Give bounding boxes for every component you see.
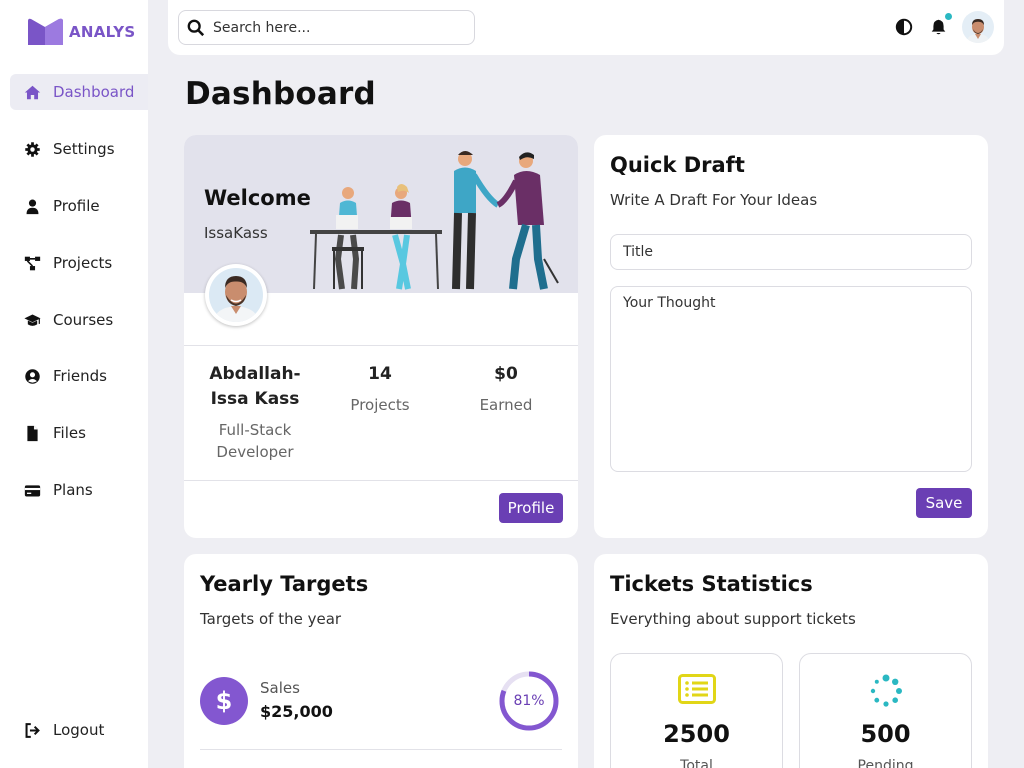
draft-title-input[interactable] <box>610 234 972 270</box>
welcome-title: Welcome <box>204 186 311 210</box>
bell-icon[interactable] <box>928 13 952 37</box>
dollar-icon: $ <box>200 677 248 725</box>
quick-draft-card: Quick Draft Write A Draft For Your Ideas… <box>594 135 988 538</box>
targets-divider <box>200 749 562 750</box>
profile-name: Abdallah-Issa Kass <box>209 364 301 409</box>
sidebar-item-label: Plans <box>53 481 93 499</box>
profile-button[interactable]: Profile <box>499 493 563 523</box>
avatar[interactable] <box>962 11 994 43</box>
logout-label: Logout <box>53 721 105 739</box>
search-input[interactable] <box>213 19 463 36</box>
home-icon <box>23 83 41 101</box>
targets-title: Yearly Targets <box>200 572 369 596</box>
sidebar-item-label: Settings <box>53 140 115 158</box>
tickets-card: Tickets Statistics Everything about supp… <box>594 554 988 768</box>
page-title: Dashboard <box>185 76 376 112</box>
ticket-total-label: Total <box>680 758 713 768</box>
save-button[interactable]: Save <box>916 488 972 518</box>
tickets-title: Tickets Statistics <box>610 572 813 596</box>
ticket-box-pending: 500 Pending <box>799 653 972 768</box>
projects-count: 14 <box>368 364 392 384</box>
sidebar-item-label: Profile <box>53 197 100 215</box>
topbar-actions <box>894 11 994 43</box>
gear-icon <box>23 140 41 158</box>
diagram-icon <box>23 254 41 272</box>
sidebar: ANALYS Dashboard Settings Profile Projec… <box>0 0 148 768</box>
sidebar-item-dashboard[interactable]: Dashboard <box>10 74 148 110</box>
profile-avatar <box>205 264 267 326</box>
logo-icon <box>28 18 63 45</box>
projects-label: Projects <box>350 396 410 414</box>
profile-role: Full-Stack Developer <box>216 421 294 461</box>
ticket-box-total: 2500 Total <box>610 653 783 768</box>
sidebar-item-projects[interactable]: Projects <box>10 245 148 281</box>
avatar-image <box>967 19 989 43</box>
credit-card-icon <box>23 481 41 499</box>
notification-dot <box>945 13 952 20</box>
user-circle-icon <box>23 367 41 385</box>
brand-logo[interactable]: ANALYS <box>28 18 135 45</box>
theme-toggle-icon[interactable] <box>894 17 914 37</box>
user-icon <box>23 197 41 215</box>
ticket-pending-value: 500 <box>860 720 911 748</box>
welcome-divider-bottom <box>184 480 578 481</box>
search-box[interactable] <box>178 10 475 45</box>
sidebar-item-settings[interactable]: Settings <box>10 131 148 167</box>
file-icon <box>23 424 41 442</box>
sidebar-item-label: Courses <box>53 311 114 329</box>
profile-name-col: Abdallah-Issa Kass Full-Stack Developer <box>192 362 318 463</box>
brand-name: ANALYS <box>69 22 136 41</box>
sidebar-item-label: Friends <box>53 367 107 385</box>
sidebar-item-files[interactable]: Files <box>10 415 148 451</box>
sidebar-item-label: Projects <box>53 254 113 272</box>
earned-value: $0 <box>494 364 518 384</box>
sidebar-item-label: Dashboard <box>53 83 135 101</box>
ticket-pending-label: Pending <box>857 758 914 768</box>
topbar <box>168 0 1004 55</box>
sidebar-item-label: Files <box>53 424 86 442</box>
welcome-divider-top <box>184 345 578 346</box>
earned-stat: $0 Earned <box>443 362 569 416</box>
targets-subtitle: Targets of the year <box>200 610 342 628</box>
sidebar-item-profile[interactable]: Profile <box>10 188 148 224</box>
yearly-targets-card: Yearly Targets Targets of the year $ Sal… <box>184 554 578 768</box>
sidebar-item-plans[interactable]: Plans <box>10 472 148 508</box>
draft-subtitle: Write A Draft For Your Ideas <box>610 191 818 209</box>
sidebar-item-friends[interactable]: Friends <box>10 358 148 394</box>
projects-stat: 14 Projects <box>317 362 443 416</box>
tickets-subtitle: Everything about support tickets <box>610 610 856 628</box>
ticket-total-value: 2500 <box>663 720 730 748</box>
earned-label: Earned <box>479 396 533 414</box>
spinner-icon <box>870 674 902 707</box>
list-icon <box>677 674 716 704</box>
sales-label: Sales <box>260 679 300 697</box>
sidebar-item-courses[interactable]: Courses <box>10 302 148 338</box>
graduation-cap-icon <box>23 311 41 329</box>
welcome-illustration <box>310 151 559 290</box>
draft-body-textarea[interactable] <box>610 286 972 472</box>
profile-avatar-image <box>214 276 258 322</box>
welcome-card: Welcome IssaKass Abdallah-Issa Kass Full… <box>184 135 578 538</box>
logout-icon <box>23 721 41 739</box>
sales-progress-text: 81% <box>513 693 545 709</box>
search-icon <box>187 19 205 36</box>
logout-button[interactable]: Logout <box>10 712 148 748</box>
draft-title: Quick Draft <box>610 153 745 177</box>
sales-value: $25,000 <box>260 702 333 721</box>
welcome-username: IssaKass <box>204 224 268 242</box>
